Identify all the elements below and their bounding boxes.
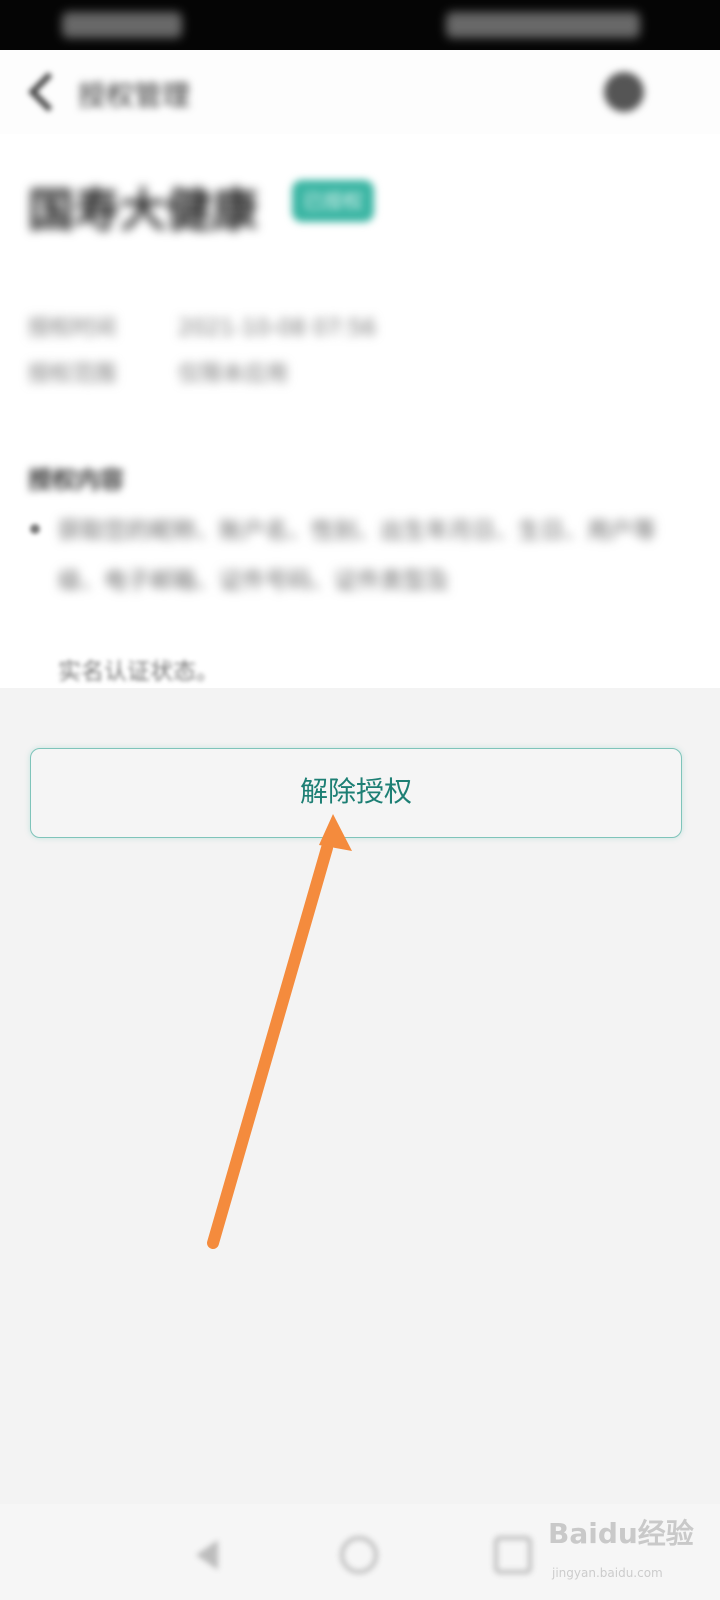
arrow-shaft — [207, 842, 333, 1249]
auth-time-row: 授权时间 2021-10-08 07:56 — [28, 310, 376, 342]
status-bar — [0, 0, 720, 50]
watermark-url: jingyan.baidu.com — [552, 1566, 663, 1580]
status-badge: 已授权 — [292, 180, 374, 222]
circle-home-icon[interactable] — [340, 1536, 378, 1574]
auth-scope-row: 授权范围 仅限本应用 — [28, 356, 288, 388]
auth-scope-label: 授权范围 — [28, 362, 117, 387]
auth-time-label: 授权时间 — [28, 316, 117, 341]
bullet-icon — [30, 524, 40, 534]
status-icons — [446, 12, 640, 38]
permissions-title: 授权内容 — [28, 466, 124, 494]
auth-scope-value: 仅限本应用 — [178, 362, 289, 387]
square-recent-icon[interactable] — [494, 1536, 532, 1574]
auth-time-value: 2021-10-08 07:56 — [178, 316, 377, 341]
settings-icon[interactable] — [604, 72, 644, 112]
status-badge-label: 已授权 — [303, 189, 363, 213]
baidu-jingyan-watermark: Baidu经验 — [548, 1517, 694, 1550]
app-name: 国寿大健康 — [28, 183, 258, 237]
signal-indicators — [62, 12, 182, 38]
chevron-left-icon[interactable] — [24, 72, 60, 116]
authorization-detail-panel: 授权管理 国寿大健康 已授权 授权时间 2021-10-08 07:56 授权范围… — [0, 50, 720, 688]
page-title: 授权管理 — [78, 79, 191, 112]
navigation-bar: 授权管理 — [0, 50, 720, 134]
revoke-authorization-button[interactable]: 解除授权 — [30, 748, 682, 838]
permission-description-end: 实名认证状态。 — [58, 659, 219, 685]
triangle-back-icon[interactable] — [186, 1536, 224, 1574]
permission-description: 获取您的昵称、账户名、性别、出生年月日、生日、用户等级、电子邮箱、证件号码、证件… — [58, 518, 656, 594]
